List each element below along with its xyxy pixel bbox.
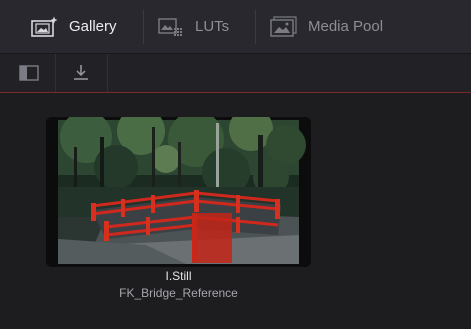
tab-gallery-label: Gallery [69,18,117,35]
gallery-panel: Gallery LUTs Media Pool I.Still FK_Bridg… [0,0,471,329]
toolbar-divider [107,54,108,92]
still-name: FK_Bridge_Reference [119,286,238,300]
tab-divider [143,10,144,44]
tab-luts-label: LUTs [195,18,230,35]
stills-grid: I.Still FK_Bridge_Reference [0,93,471,329]
import-still-button[interactable] [55,54,107,92]
tab-luts[interactable]: LUTs [157,0,229,53]
still-label: I.Still [165,269,192,283]
panel-tab-bar: Gallery LUTs Media Pool [0,0,471,54]
tab-media-pool-label: Media Pool [308,18,384,35]
sidebar-toggle-icon [19,65,39,81]
tab-media-pool[interactable]: Media Pool [270,0,383,53]
media-pool-icon [270,15,297,37]
import-icon [74,65,88,80]
still-image [46,117,311,267]
still-thumbnail[interactable] [46,117,311,267]
gallery-toolbar [0,54,471,92]
gallery-icon [31,16,58,37]
tab-gallery[interactable]: Gallery [31,0,117,53]
tab-divider [255,10,256,44]
luts-icon [158,17,182,36]
toggle-albums-button[interactable] [3,54,55,92]
